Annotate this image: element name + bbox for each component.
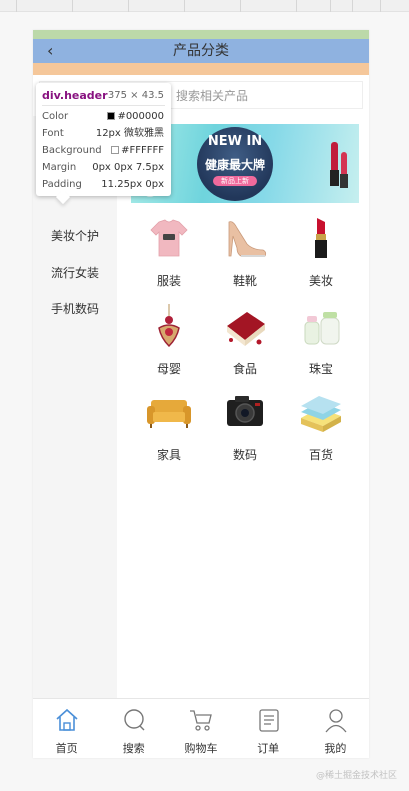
tooltip-value: 0px 0px 7.5px: [92, 162, 164, 173]
tooltip-key: Background: [42, 145, 102, 156]
category-label: 服装: [156, 274, 181, 288]
tooltip-row-margin: Margin 0px 0px 7.5px: [42, 160, 164, 176]
category-sidebar: 美妆个护 流行女装 手机数码: [33, 116, 117, 698]
header: ‹ 产品分类: [33, 30, 369, 75]
tab-cart[interactable]: 购物车: [167, 699, 234, 759]
tooltip-key: Color: [42, 111, 69, 122]
tab-home[interactable]: 首页: [33, 699, 100, 759]
category-label: 数码: [232, 448, 257, 462]
tab-label: 我的: [324, 742, 347, 755]
camera-icon: [227, 396, 263, 426]
stacked-boxes-icon: [301, 396, 341, 432]
tooltip-row-font: Font 12px 微软雅黑: [42, 126, 164, 142]
category-label: 鞋靴: [232, 274, 257, 288]
category-jewelry[interactable]: 珠宝: [283, 300, 359, 386]
banner-tag: 新品上新: [213, 176, 257, 186]
category-furniture[interactable]: 家具: [131, 386, 207, 472]
tooltip-divider: [42, 105, 165, 106]
color-swatch: [111, 146, 120, 154]
category-shoes[interactable]: 鞋靴: [207, 212, 283, 298]
tooltip-value: 11.25px 0px: [101, 179, 164, 190]
order-icon: [258, 709, 279, 732]
sofa-icon: [147, 400, 191, 428]
lipstick-base: [340, 174, 348, 188]
user-icon: [325, 709, 347, 733]
lipstick-shape: [341, 152, 347, 176]
category-digital[interactable]: 数码: [207, 386, 283, 472]
cart-icon: [190, 710, 213, 731]
color-swatch: [107, 112, 116, 120]
category-label: 家具: [156, 448, 181, 462]
sidebar-item-beauty[interactable]: 美妆个护: [33, 220, 117, 252]
tooltip-value: 12px 微软雅黑: [95, 128, 164, 139]
tab-label: 搜索: [122, 742, 145, 755]
tooltip-row-padding: Padding 11.25px 0px: [42, 177, 164, 193]
tooltip-value-text: #000000: [117, 111, 164, 122]
tooltip-key: Margin: [42, 162, 77, 173]
tab-search[interactable]: 搜索: [100, 699, 167, 759]
category-label: 食品: [232, 362, 257, 376]
home-icon: [56, 708, 78, 731]
margin-highlight: [33, 30, 369, 39]
lipstick-shape: [331, 142, 338, 172]
margin-highlight-bottom: [33, 63, 369, 75]
category-general-goods[interactable]: 百货: [283, 386, 359, 472]
cake-icon: [227, 312, 265, 346]
lipstick-base: [330, 170, 339, 186]
tooltip-selector: div.header: [42, 89, 108, 102]
tab-profile[interactable]: 我的: [302, 699, 369, 759]
tshirt-icon: [150, 219, 188, 257]
category-food[interactable]: 食品: [207, 300, 283, 386]
category-label: 母婴: [156, 362, 181, 376]
banner-headline: NEW IN: [207, 134, 263, 149]
search-icon: [124, 709, 145, 731]
tab-label: 购物车: [184, 742, 218, 755]
page-title: 产品分类: [173, 43, 229, 59]
devtools-ruler: [0, 0, 409, 12]
bottom-tab-bar: 首页 搜索 购物车 订单 我的: [33, 698, 369, 758]
tooltip-value: #FFFFFF: [111, 143, 164, 159]
tooltip-row-color: Color #000000: [42, 109, 164, 125]
tooltip-dimensions: 375 × 43.5: [107, 90, 164, 101]
tooltip-row-background: Background #FFFFFF: [42, 143, 164, 159]
devtools-inspect-tooltip: div.header 375 × 43.5 Color #000000 Font…: [36, 83, 171, 205]
banner-subtitle: 健康最大牌: [204, 158, 265, 172]
search-placeholder: 搜索相关产品: [176, 89, 249, 103]
tab-orders[interactable]: 订单: [235, 699, 302, 759]
sidebar-item-digital[interactable]: 手机数码: [33, 293, 117, 325]
category-label: 百货: [308, 448, 333, 462]
tab-label: 订单: [257, 742, 280, 755]
high-heel-icon: [228, 221, 267, 257]
tab-label: 首页: [55, 742, 78, 755]
tooltip-key: Font: [42, 128, 64, 139]
sidebar-item-womens-fashion[interactable]: 流行女装: [33, 257, 117, 289]
category-makeup[interactable]: 美妆: [283, 212, 359, 298]
watermark: @稀土掘金技术社区: [315, 771, 397, 781]
category-label: 珠宝: [308, 362, 333, 376]
pendant-icon: [158, 304, 180, 348]
category-label: 美妆: [308, 274, 333, 288]
baby-bottle-icon: [304, 312, 340, 345]
category-maternity[interactable]: 母婴: [131, 300, 207, 386]
category-clothing[interactable]: 服装: [131, 212, 207, 298]
tooltip-value: #000000: [107, 109, 164, 125]
lipstick-icon: [315, 218, 327, 258]
tooltip-value-text: #FFFFFF: [121, 145, 164, 156]
